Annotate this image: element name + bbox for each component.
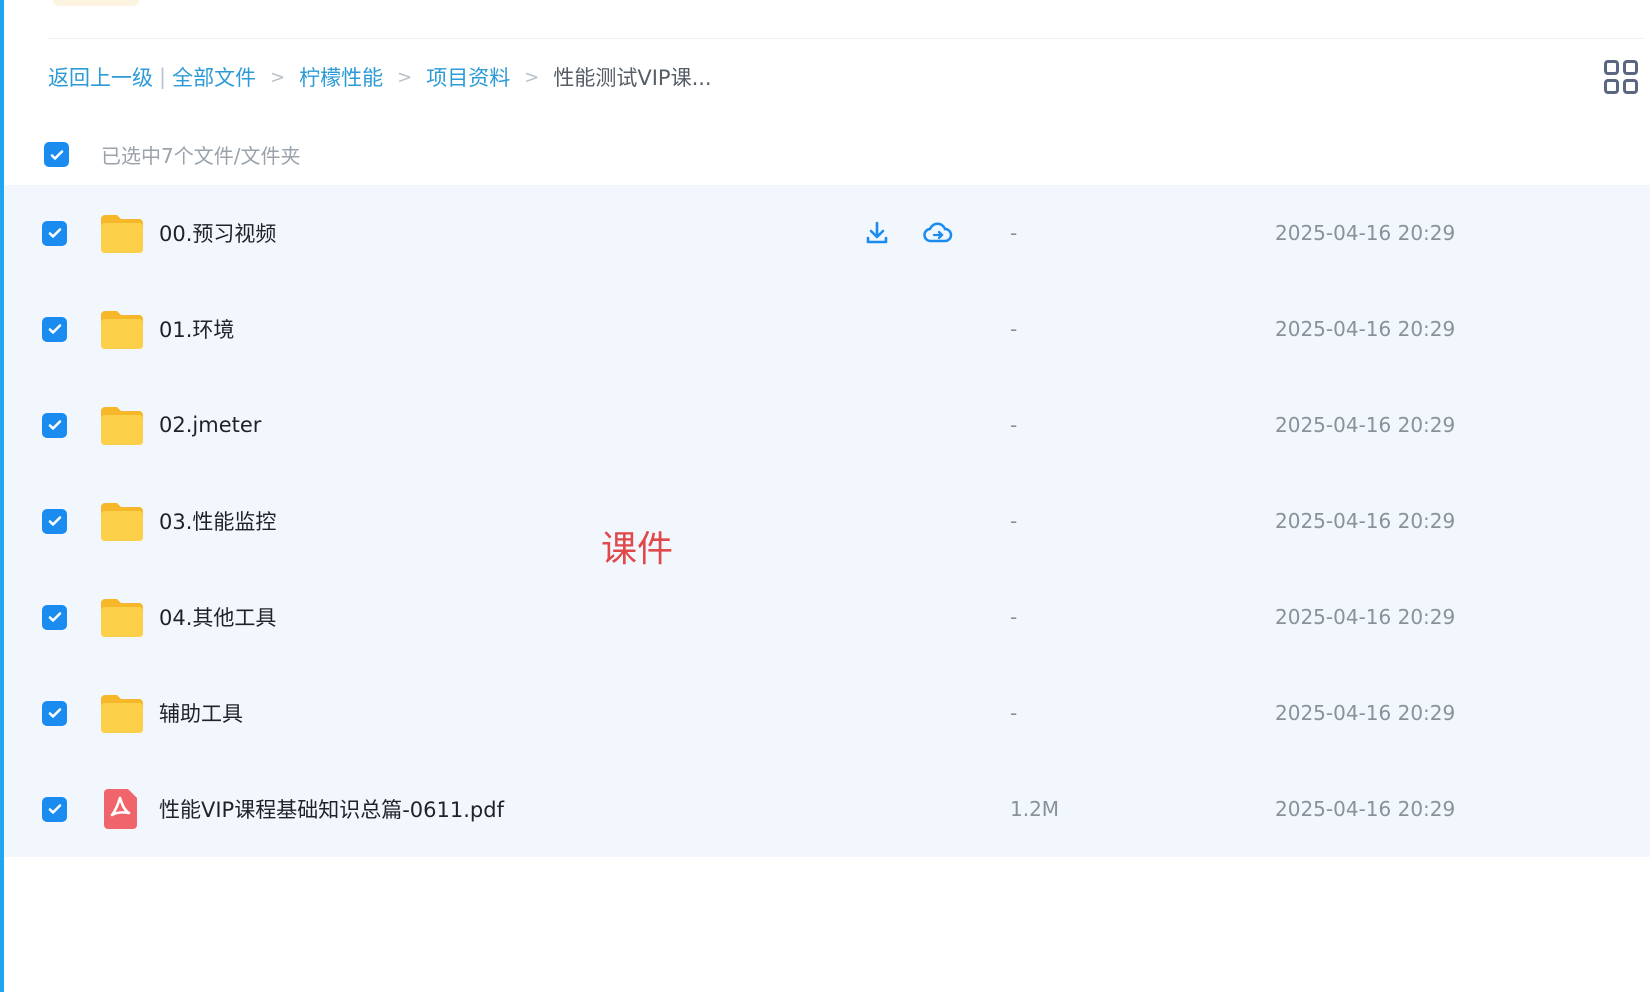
breadcrumb-all-files[interactable]: 全部文件 [172, 62, 256, 92]
file-row[interactable]: 性能VIP课程基础知识总篇-0611.pdf 1.2M 2025-04-16 20:… [5, 761, 1650, 857]
breadcrumb-divider: | [159, 65, 167, 89]
row-checkbox[interactable] [42, 316, 67, 342]
file-date: 2025-04-16 20:29 [1275, 509, 1456, 533]
download-icon[interactable] [863, 219, 891, 247]
selection-count: 已选中7个文件/文件夹 [101, 144, 301, 168]
file-date: 2025-04-16 20:29 [1275, 413, 1456, 437]
file-row[interactable]: 04.其他工具 - 2025-04-16 20:29 [5, 569, 1650, 665]
folder-icon [99, 405, 145, 445]
file-size: - [1010, 605, 1018, 629]
watermark-text: 课件 [601, 529, 674, 570]
row-checkbox[interactable] [42, 700, 67, 726]
folder-icon [99, 213, 145, 253]
file-row[interactable]: 03.性能监控 - 2025-04-16 20:29 [5, 473, 1650, 569]
row-checkbox[interactable] [42, 604, 67, 630]
file-name[interactable]: 03.性能监控 [159, 506, 276, 536]
row-checkbox[interactable] [42, 220, 67, 246]
top-decoration [52, 0, 140, 6]
file-list: 00.预习视频 - 2025-04-16 20:29 01.环境 - 2025-04-16… [5, 185, 1650, 857]
file-size: 1.2M [1010, 797, 1060, 821]
pdf-file-icon [99, 789, 145, 829]
left-accent-bar [0, 0, 4, 992]
file-name[interactable]: 00.预习视频 [159, 218, 276, 248]
folder-icon [99, 309, 145, 349]
folder-icon [99, 693, 145, 733]
file-date: 2025-04-16 20:29 [1275, 605, 1456, 629]
file-size: - [1010, 221, 1018, 245]
file-date: 2025-04-16 20:29 [1275, 701, 1456, 725]
breadcrumb-project[interactable]: 项目资料 [426, 62, 510, 92]
breadcrumb: 返回上一级 | 全部文件 > 柠檬性能 > 项目资料 > 性能测试VIP课... [48, 62, 712, 92]
row-checkbox[interactable] [42, 796, 67, 822]
file-size: - [1010, 701, 1018, 725]
grid-view-icon[interactable] [1604, 60, 1638, 94]
chevron-right-icon: > [270, 66, 286, 88]
row-checkbox[interactable] [42, 412, 67, 438]
breadcrumb-current: 性能测试VIP课... [553, 66, 712, 90]
file-name[interactable]: 04.其他工具 [159, 602, 276, 632]
file-size: - [1010, 509, 1018, 533]
file-row[interactable]: 辅助工具 - 2025-04-16 20:29 [5, 665, 1650, 761]
folder-icon [99, 501, 145, 541]
file-date: 2025-04-16 20:29 [1275, 317, 1456, 341]
breadcrumb-lemon[interactable]: 柠檬性能 [299, 62, 383, 92]
chevron-right-icon: > [397, 66, 413, 88]
file-date: 2025-04-16 20:29 [1275, 221, 1456, 245]
file-size: - [1010, 317, 1018, 341]
file-name[interactable]: 性能VIP课程基础知识总篇-0611.pdf [159, 794, 504, 824]
save-to-cloud-icon[interactable] [923, 219, 953, 247]
row-checkbox[interactable] [42, 508, 67, 534]
file-row[interactable]: 02.jmeter - 2025-04-16 20:29 [5, 377, 1650, 473]
file-name[interactable]: 辅助工具 [159, 698, 243, 728]
chevron-right-icon: > [524, 66, 540, 88]
folder-icon [99, 597, 145, 637]
file-date: 2025-04-16 20:29 [1275, 797, 1456, 821]
file-name[interactable]: 02.jmeter [159, 413, 261, 437]
file-row[interactable]: 00.预习视频 - 2025-04-16 20:29 [5, 185, 1650, 281]
select-all-row: 已选中7个文件/文件夹 [44, 140, 300, 169]
divider [48, 38, 1644, 39]
back-link[interactable]: 返回上一级 [48, 62, 153, 92]
file-row[interactable]: 01.环境 - 2025-04-16 20:29 [5, 281, 1650, 377]
file-name[interactable]: 01.环境 [159, 314, 234, 344]
file-size: - [1010, 413, 1018, 437]
select-all-checkbox[interactable] [44, 142, 69, 167]
